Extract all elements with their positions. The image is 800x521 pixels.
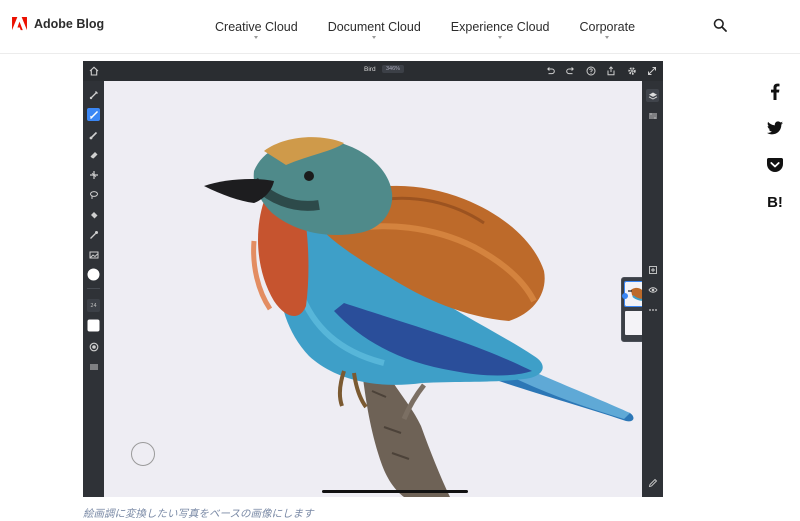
main-nav: Creative Cloud Document Cloud Experience… [200, 0, 650, 54]
help-icon[interactable] [586, 66, 596, 76]
tool-settings-sliders[interactable] [87, 360, 100, 373]
color-swatch-icon [87, 268, 100, 281]
facebook-icon [771, 83, 780, 100]
tool-smudge[interactable] [87, 168, 100, 181]
home-indicator [322, 490, 468, 493]
tool-live-brush[interactable] [87, 108, 100, 121]
nav-item-label: Document Cloud [327, 20, 421, 34]
color-swatch-2-icon [87, 319, 100, 332]
layer-selected-badge [622, 293, 628, 299]
image-icon [89, 251, 98, 258]
pen-icon [648, 478, 657, 487]
pocket-icon [767, 158, 783, 172]
twitter-share-button[interactable] [765, 119, 785, 137]
search-icon[interactable] [713, 18, 727, 32]
tool-lasso[interactable] [87, 188, 100, 201]
adobe-logo-icon [12, 17, 27, 31]
drawing-canvas[interactable] [104, 81, 642, 497]
eyedropper-icon [89, 230, 98, 239]
app-toolbar: Bird 346% [83, 61, 663, 81]
properties-icon [648, 112, 657, 119]
brand-link[interactable]: Adobe Blog [12, 17, 104, 31]
add-layer-button[interactable] [646, 263, 659, 276]
pixel-brush-icon [89, 90, 98, 99]
twitter-icon [767, 121, 783, 135]
color-swatch[interactable] [87, 268, 100, 281]
layers-button[interactable] [646, 89, 659, 102]
nav-item-creative-cloud[interactable]: Creative Cloud [200, 0, 313, 54]
smudge-icon [89, 170, 98, 179]
share-icon[interactable] [606, 66, 616, 76]
facebook-share-button[interactable] [765, 82, 785, 100]
bird-photo [204, 137, 634, 497]
nav-item-label: Creative Cloud [215, 20, 298, 34]
image-caption: 絵画調に変換したい写真をベースの画像にします [83, 508, 314, 520]
chevron-down-icon [254, 36, 259, 39]
share-rail: B! [760, 82, 790, 211]
chevron-down-icon [372, 36, 377, 39]
zoom-level: 346% [382, 65, 405, 73]
color-swatch-2[interactable] [87, 319, 100, 332]
nav-item-document-cloud[interactable]: Document Cloud [313, 0, 436, 54]
more-button[interactable] [646, 303, 659, 316]
live-brush-icon [89, 110, 98, 119]
nav-item-label: Corporate [579, 20, 636, 34]
pen-button[interactable] [646, 476, 659, 489]
app-screenshot: Bird 346% 24 [83, 61, 663, 497]
tool-pixel-brush[interactable] [87, 88, 100, 101]
home-icon[interactable] [89, 66, 99, 76]
tool-divider [87, 288, 100, 289]
opacity-icon [89, 342, 98, 351]
visibility-icon [647, 286, 658, 293]
lasso-icon [89, 190, 98, 199]
fullscreen-icon[interactable] [647, 66, 657, 76]
tool-opacity[interactable] [87, 340, 100, 353]
layer-thumbnail-blank[interactable] [625, 311, 642, 335]
pocket-share-button[interactable] [765, 156, 785, 174]
hatena-share-button[interactable]: B! [765, 193, 785, 211]
visibility-button[interactable] [646, 283, 659, 296]
layers-icon [648, 92, 657, 100]
tool-image[interactable] [87, 248, 100, 261]
brush-cursor [131, 442, 155, 466]
right-panel-strip [642, 81, 663, 497]
undo-icon[interactable] [545, 66, 555, 76]
layer-thumbnail-bird[interactable] [622, 281, 642, 307]
properties-button[interactable] [646, 109, 659, 122]
document-title[interactable]: Bird [364, 66, 376, 73]
brand-name: Adobe Blog [34, 17, 105, 31]
hatena-bookmark-icon: B! [767, 193, 783, 211]
redo-icon[interactable] [566, 66, 576, 76]
nav-item-experience-cloud[interactable]: Experience Cloud [436, 0, 565, 54]
brush-size-value: 24 [90, 302, 97, 309]
fill-icon [90, 211, 97, 218]
chevron-down-icon [605, 36, 610, 39]
brush-size-control[interactable]: 24 [87, 299, 100, 312]
tool-vector-brush[interactable] [87, 128, 100, 141]
more-icon [648, 308, 657, 311]
top-navigation: Adobe Blog Creative Cloud Document Cloud… [0, 0, 800, 54]
tool-eyedropper[interactable] [87, 228, 100, 241]
nav-item-label: Experience Cloud [450, 20, 550, 34]
tool-strip: 24 [83, 81, 104, 497]
tool-fill[interactable] [87, 208, 100, 221]
settings-icon[interactable] [627, 66, 637, 76]
layers-panel[interactable] [621, 277, 642, 342]
add-layer-icon [648, 265, 657, 274]
chevron-down-icon [498, 36, 503, 39]
settings-sliders-icon [89, 364, 98, 369]
eraser-icon [90, 151, 97, 158]
tool-eraser[interactable] [87, 148, 100, 161]
vector-brush-icon [89, 131, 97, 139]
nav-item-corporate[interactable]: Corporate [564, 0, 650, 54]
